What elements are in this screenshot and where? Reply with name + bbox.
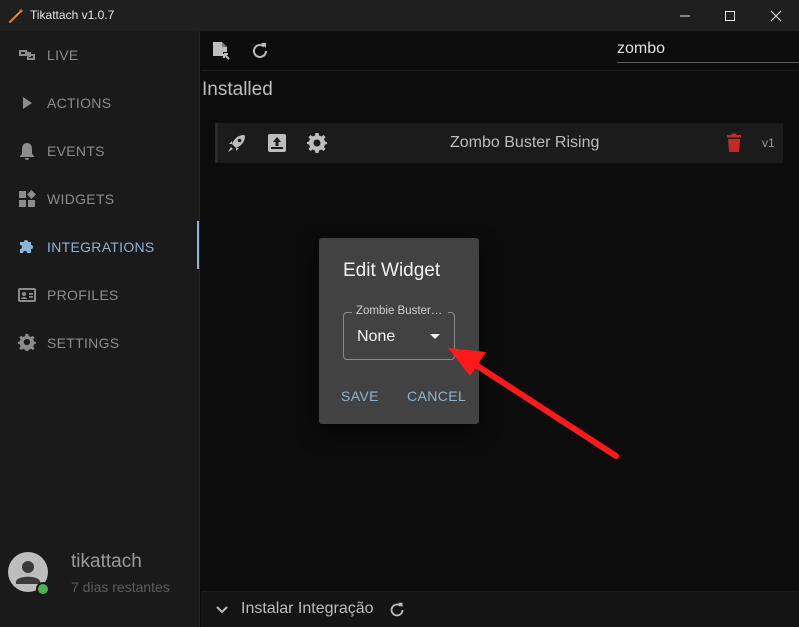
install-integration-bar[interactable]: Instalar Integração [201, 591, 799, 627]
active-indicator [197, 221, 199, 269]
select-label: Zombie Buster Rising [352, 305, 448, 317]
gear-icon[interactable] [306, 132, 328, 154]
install-integration-label: Instalar Integração [241, 600, 374, 617]
sidebar-item-label: WIDGETS [47, 191, 115, 207]
sidebar-item-label: INTEGRATIONS [47, 239, 155, 255]
chevron-down-icon [216, 606, 228, 614]
user-subscription-status: 7 dias restantes [71, 579, 170, 595]
sidebar-item-label: LIVE [47, 47, 79, 63]
sidebar: LIVE ACTIONS EVENTS WIDGETS INTEGRATIONS… [0, 31, 200, 627]
sidebar-item-label: PROFILES [47, 287, 119, 303]
title-bar: Tikattach v1.0.7 [0, 0, 799, 31]
refresh-icon[interactable] [387, 600, 407, 620]
upload-icon[interactable] [266, 132, 288, 154]
sidebar-item-label: ACTIONS [47, 95, 112, 111]
main-panel: Installed Zombo Buster Rising v1 Instala… [201, 31, 799, 627]
play-icon [16, 92, 38, 114]
gear-icon [16, 332, 38, 354]
refresh-icon[interactable] [249, 40, 271, 62]
dialog-title: Edit Widget [343, 260, 441, 281]
widgets-icon [16, 188, 38, 210]
delete-icon[interactable] [723, 132, 745, 154]
window-title: Tikattach v1.0.7 [30, 8, 115, 22]
integration-name: Zombo Buster Rising [450, 134, 600, 151]
maximize-icon [725, 10, 735, 21]
search-input[interactable] [617, 35, 799, 63]
app-logo-icon [8, 9, 23, 24]
puzzle-icon [16, 236, 38, 258]
toolbar [201, 31, 799, 71]
sidebar-item-events[interactable]: EVENTS [0, 127, 200, 175]
save-button[interactable]: SAVE [341, 388, 379, 404]
sidebar-item-integrations[interactable]: INTEGRATIONS [0, 223, 200, 271]
maximize-button[interactable] [707, 0, 753, 31]
minimize-button[interactable] [662, 0, 708, 31]
section-title: Installed [202, 79, 273, 100]
sidebar-item-settings[interactable]: SETTINGS [0, 319, 200, 367]
sidebar-item-label: EVENTS [47, 143, 105, 159]
sidebar-item-widgets[interactable]: WIDGETS [0, 175, 200, 223]
integration-card: Zombo Buster Rising v1 [215, 123, 783, 163]
sidebar-item-profiles[interactable]: PROFILES [0, 271, 200, 319]
file-import-icon[interactable] [210, 40, 232, 62]
close-button[interactable] [753, 0, 799, 31]
live-icon [16, 44, 38, 66]
online-status-dot [36, 582, 50, 596]
close-icon [770, 10, 782, 21]
sidebar-item-label: SETTINGS [47, 335, 120, 351]
bell-icon [16, 140, 38, 162]
rocket-icon[interactable] [226, 132, 248, 154]
integration-version: v1 [762, 136, 775, 150]
user-name: tikattach [71, 551, 142, 572]
select-value: None [357, 328, 396, 345]
sidebar-item-live[interactable]: LIVE [0, 31, 200, 79]
profile-card-icon [16, 284, 38, 306]
minimize-icon [680, 15, 690, 16]
sidebar-item-actions[interactable]: ACTIONS [0, 79, 200, 127]
annotation-arrow-icon [448, 348, 619, 459]
